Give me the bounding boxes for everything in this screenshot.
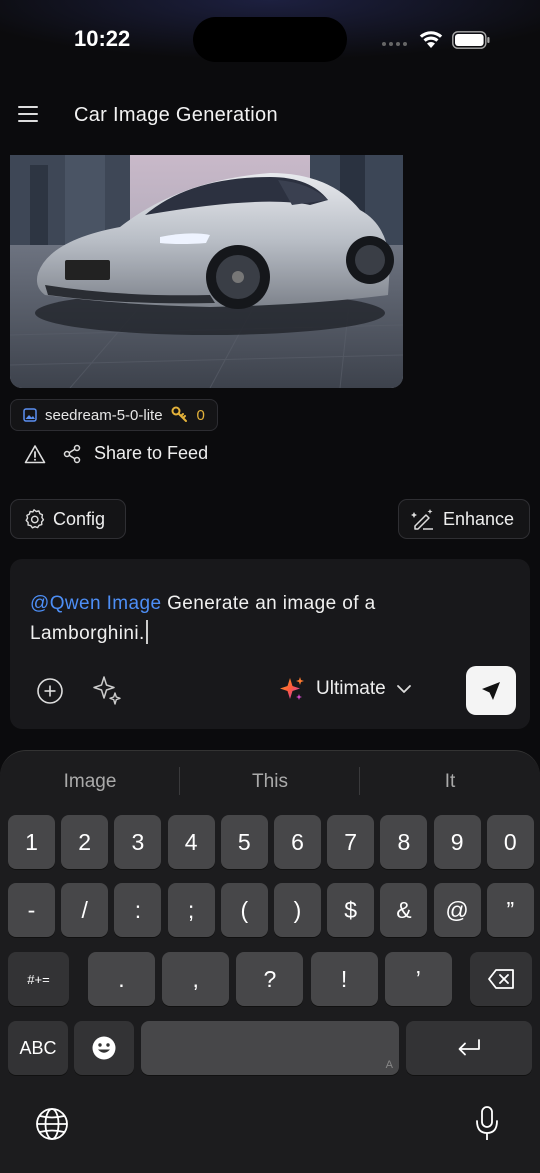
prompt-input[interactable]: @Qwen Image Generate an image of a Lambo… xyxy=(30,589,490,649)
key-symbol-4[interactable]: ( xyxy=(220,883,268,937)
key-number-6[interactable]: 7 xyxy=(327,815,375,869)
key-punct-1[interactable]: , xyxy=(162,952,230,1006)
globe-icon[interactable] xyxy=(35,1107,69,1141)
gear-icon xyxy=(25,509,45,529)
model-badge: seedream-5-0-lite 0 xyxy=(10,399,218,431)
key-symbol-7[interactable]: & xyxy=(380,883,428,937)
enhance-label: Enhance xyxy=(443,508,515,529)
text-caret xyxy=(145,620,148,644)
sparkles-icon[interactable] xyxy=(90,673,124,707)
share-icon[interactable] xyxy=(62,444,82,464)
space-language-hint: A xyxy=(385,1059,393,1071)
key-punct-2[interactable]: ? xyxy=(236,952,304,1006)
quality-sparkle-icon xyxy=(280,677,304,700)
magic-pen-icon xyxy=(411,509,433,530)
prompt-text-line1: Generate an image of a xyxy=(161,593,376,614)
microphone-icon[interactable] xyxy=(474,1105,500,1143)
key-punct-0[interactable]: . xyxy=(88,952,155,1006)
app-header: Car Image Generation xyxy=(0,96,540,136)
prompt-composer: @Qwen Image Generate an image of a Lambo… xyxy=(10,559,530,729)
key-emoji[interactable] xyxy=(74,1021,134,1075)
battery-icon xyxy=(452,31,490,49)
key-return[interactable] xyxy=(406,1021,532,1075)
report-warning-icon[interactable] xyxy=(24,444,46,464)
status-time: 10:22 xyxy=(74,26,131,51)
enhance-button[interactable]: Enhance xyxy=(398,499,530,539)
backspace-icon xyxy=(488,969,514,989)
key-number-3[interactable]: 4 xyxy=(167,815,215,869)
model-mention: @Qwen Image xyxy=(30,593,162,614)
key-icon xyxy=(171,406,187,422)
key-number-8[interactable]: 9 xyxy=(433,815,481,869)
return-icon xyxy=(458,1039,480,1056)
prompt-text-line2: Lamborghini. xyxy=(30,623,145,644)
key-symbol-8[interactable]: @ xyxy=(433,883,481,937)
dynamic-island xyxy=(193,17,347,62)
key-symbol-3[interactable]: ; xyxy=(167,883,215,937)
send-icon xyxy=(482,681,500,700)
key-abc[interactable]: ABC xyxy=(8,1021,68,1075)
key-number-7[interactable]: 8 xyxy=(380,815,428,869)
page-title: Car Image Generation xyxy=(74,104,278,126)
key-number-5[interactable]: 6 xyxy=(274,815,321,869)
key-number-1[interactable]: 2 xyxy=(61,815,109,869)
cost-value: 0 xyxy=(196,406,205,424)
menu-icon[interactable] xyxy=(18,106,38,122)
key-number-2[interactable]: 3 xyxy=(114,815,162,869)
chevron-down-icon xyxy=(396,685,411,693)
model-name: seedream-5-0-lite xyxy=(45,406,163,424)
quality-label: Ultimate xyxy=(316,678,386,699)
generated-car-image[interactable] xyxy=(10,155,403,388)
suggestion-1[interactable]: Image xyxy=(0,771,180,793)
key-number-0[interactable]: 1 xyxy=(8,815,55,869)
suggestion-3[interactable]: It xyxy=(360,771,540,793)
cellular-signal-icon xyxy=(382,42,407,46)
status-bar: 10:22 xyxy=(0,0,540,80)
share-row: Share to Feed xyxy=(24,443,208,464)
image-icon xyxy=(23,408,37,422)
send-button[interactable] xyxy=(466,666,516,715)
quality-selector[interactable]: Ultimate xyxy=(278,675,412,703)
key-symbols-toggle[interactable]: #+= xyxy=(8,952,69,1006)
key-number-4[interactable]: 5 xyxy=(220,815,268,869)
key-punct-3[interactable]: ! xyxy=(310,952,378,1006)
emoji-icon xyxy=(92,1036,116,1060)
key-symbol-6[interactable]: $ xyxy=(327,883,375,937)
suggestion-2[interactable]: This xyxy=(180,771,360,793)
key-space[interactable]: A xyxy=(141,1021,399,1075)
key-symbol-0[interactable]: - xyxy=(8,883,55,937)
key-symbol-1[interactable]: / xyxy=(61,883,109,937)
wifi-icon xyxy=(419,31,443,48)
key-backspace[interactable] xyxy=(470,952,532,1006)
config-label: Config xyxy=(53,508,106,529)
key-punct-4[interactable]: ’ xyxy=(384,952,452,1006)
key-symbol-9[interactable]: ” xyxy=(486,883,534,937)
key-number-9[interactable]: 0 xyxy=(486,815,534,869)
key-symbol-2[interactable]: : xyxy=(114,883,162,937)
share-to-feed-button[interactable]: Share to Feed xyxy=(94,443,208,464)
config-button[interactable]: Config xyxy=(10,499,126,539)
key-symbol-5[interactable]: ) xyxy=(274,883,321,937)
add-attachment-icon[interactable] xyxy=(36,677,64,705)
keyboard: Image This It 1234567890 - /:;() $ & @” #+= … xyxy=(0,750,540,1173)
